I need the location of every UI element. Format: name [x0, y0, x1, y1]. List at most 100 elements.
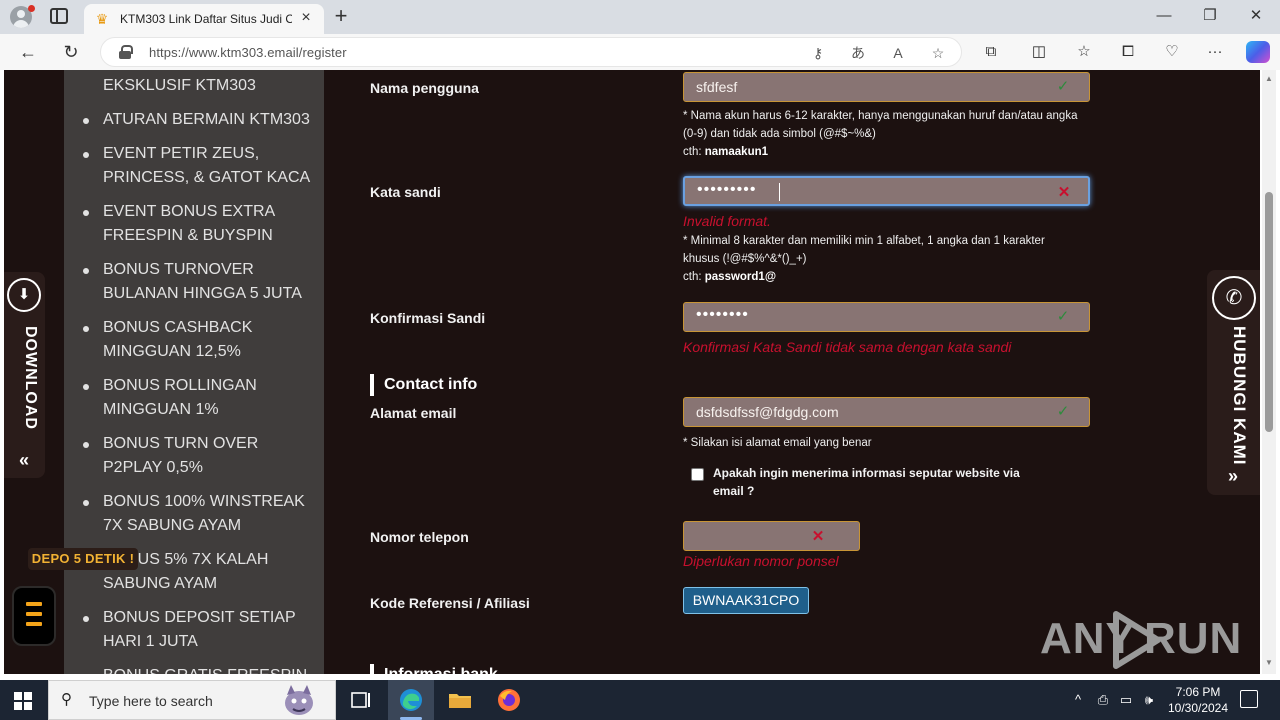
translate-icon[interactable]: あ	[849, 44, 867, 62]
chevron-left-icon[interactable]: «	[12, 450, 36, 471]
chevron-right-icon[interactable]: »	[1221, 466, 1245, 487]
password-label: Kata sandi	[370, 184, 441, 200]
username-hint-text: * Nama akun harus 6-12 karakter, hanya m…	[683, 110, 1078, 140]
copilot-icon[interactable]	[1246, 41, 1270, 63]
username-label: Nama pengguna	[370, 80, 479, 96]
favorite-star-icon[interactable]: ☆	[929, 44, 947, 62]
password-field[interactable]: ••••••••• ✕	[683, 176, 1090, 206]
network-icon[interactable]: ▭	[1118, 692, 1134, 708]
browser-tab-bar: ♛ KTM303 Link Daftar Situs Judi Onl × + …	[0, 0, 1280, 34]
email-field[interactable]: dsfdsdfssf@fdgdg.com ✓	[683, 397, 1090, 427]
watermark-right-text: RUN	[1144, 614, 1243, 663]
firefox-icon[interactable]	[496, 688, 522, 712]
newsletter-checkbox[interactable]	[691, 468, 704, 481]
sidebar-item-label: BONUS GRATIS FREESPIN	[103, 664, 318, 674]
scroll-thumb[interactable]	[1265, 192, 1273, 432]
clock-time: 7:06 PM	[1175, 685, 1221, 699]
tray-device-icon[interactable]: ⎙	[1095, 692, 1111, 708]
bank-info-heading: Informasi bank	[370, 664, 498, 680]
extensions-icon[interactable]: ⧉	[981, 42, 1001, 62]
download-label: DOWNLOAD	[22, 326, 39, 430]
sidebar-item-label: BONUS ROLLINGAN MINGGUAN 1%	[103, 377, 257, 418]
sidebar-item-label: BONUS TURNOVER BULANAN HINGGA 5 JUTA	[103, 261, 302, 302]
volume-icon[interactable]: 🕪	[1141, 692, 1157, 708]
anyrun-watermark: ANY RUN	[1040, 610, 1243, 672]
contact-side-tab[interactable]: ✆ HUBUNGI KAMI »	[1207, 270, 1260, 495]
window-close-icon[interactable]: ✕	[1246, 6, 1266, 26]
error-x-icon: ✕	[1057, 184, 1071, 201]
download-side-tab[interactable]: ⬇ DOWNLOAD «	[4, 272, 45, 478]
depo-menu-button[interactable]	[12, 586, 56, 646]
password-hint-text: * Minimal 8 karakter dan memiliki min 1 …	[683, 235, 1045, 265]
tray-chevron-up-icon[interactable]: ^	[1070, 692, 1086, 708]
sidebar-item-label: EKSKLUSIF KTM303	[103, 77, 256, 94]
url-text: https://www.ktm303.email/register	[149, 45, 347, 60]
more-menu-icon[interactable]: ···	[1205, 42, 1225, 62]
email-hint: * Silakan isi alamat email yang benar	[683, 437, 872, 449]
new-tab-icon[interactable]: +	[332, 5, 350, 27]
bullet-icon	[83, 118, 89, 124]
username-value: sfdfesf	[696, 79, 738, 95]
contact-label: HUBUNGI KAMI	[1230, 326, 1249, 466]
username-field[interactable]: sfdfesf ✓	[683, 72, 1090, 102]
sidebar-item-label: EVENT PETIR ZEUS, PRINCESS, & GATOT KACA	[103, 145, 311, 186]
site-favicon-icon: ♛	[95, 11, 109, 27]
clock-date: 10/30/2024	[1167, 701, 1229, 715]
sidebar-menu: EKSKLUSIF KTM303 ATURAN BERMAIN KTM303 E…	[64, 70, 324, 674]
tab-close-icon[interactable]: ×	[298, 10, 314, 26]
read-aloud-icon[interactable]: A	[889, 44, 907, 62]
tab-title: KTM303 Link Daftar Situs Judi Onl	[120, 12, 292, 26]
taskbar-search[interactable]: ⚲ Type here to search	[48, 680, 336, 720]
check-icon: ✓	[1056, 403, 1070, 420]
confirm-password-field[interactable]: •••••••• ✓	[683, 302, 1090, 332]
referral-code-field[interactable]: BWNAAK31CPO	[683, 587, 809, 614]
refresh-icon[interactable]: ↻	[60, 41, 82, 63]
bullet-icon	[83, 500, 89, 506]
check-icon: ✓	[1056, 308, 1070, 325]
error-x-icon: ✕	[811, 528, 825, 545]
sidebar-item-label: BONUS 100% WINSTREAK 7X SABUNG AYAM	[103, 493, 305, 534]
text-caret	[779, 183, 780, 201]
password-hint: * Minimal 8 karakter dan memiliki min 1 …	[683, 232, 1083, 286]
back-icon[interactable]: ←	[17, 41, 39, 63]
check-icon: ✓	[1056, 78, 1070, 95]
username-hint: * Nama akun harus 6-12 karakter, hanya m…	[683, 107, 1083, 161]
bullet-icon	[83, 210, 89, 216]
favorites-icon[interactable]: ☆	[1074, 42, 1094, 62]
scroll-up-icon[interactable]: ▲	[1264, 74, 1274, 83]
page-viewport: EKSKLUSIF KTM303 ATURAN BERMAIN KTM303 E…	[0, 70, 1280, 680]
tab-actions-icon[interactable]	[50, 8, 68, 24]
key-icon[interactable]: ⚷	[809, 44, 827, 62]
system-clock[interactable]: 7:06 PM 10/30/2024	[1160, 684, 1236, 716]
restore-icon[interactable]: ❐	[1200, 6, 1220, 26]
browser-tab-active[interactable]: ♛ KTM303 Link Daftar Situs Judi Onl ×	[84, 4, 324, 34]
minimize-icon[interactable]: —	[1154, 6, 1174, 26]
confirm-password-error: Konfirmasi Kata Sandi tidak sama dengan …	[683, 339, 1012, 355]
bullet-icon	[83, 442, 89, 448]
split-screen-icon[interactable]: ◫	[1029, 42, 1049, 62]
bullet-icon	[83, 384, 89, 390]
lock-icon[interactable]	[119, 45, 133, 59]
phone-icon: ✆	[1212, 276, 1256, 320]
notification-center-icon[interactable]	[1240, 690, 1258, 708]
collections-icon[interactable]: ⧠	[1118, 42, 1138, 62]
newsletter-label[interactable]: Apakah ingin menerima informasi seputar …	[713, 464, 1033, 500]
contact-info-heading: Contact info	[370, 374, 477, 396]
sidebar-item-label: EVENT BONUS EXTRA FREESPIN & BUYSPIN	[103, 203, 275, 244]
phone-error: Diperlukan nomor ponsel	[683, 553, 839, 569]
sidebar-item-label: BONUS TURN OVER P2PLAY 0,5%	[103, 435, 259, 476]
address-bar[interactable]: https://www.ktm303.email/register ⚷ あ A …	[100, 37, 962, 67]
sidebar-item-label: BONUS CASHBACK MINGGUAN 12,5%	[103, 319, 253, 360]
scroll-down-icon[interactable]: ▼	[1264, 658, 1274, 667]
search-highlight-art-icon	[285, 685, 313, 715]
edge-browser-icon[interactable]	[398, 688, 424, 712]
task-view-icon[interactable]	[348, 688, 374, 712]
windows-start-icon[interactable]	[14, 692, 32, 710]
password-example-prefix: cth:	[683, 271, 702, 283]
sidebar-item-label: ATURAN BERMAIN KTM303	[103, 111, 310, 128]
email-value: dsfdsdfssf@fdgdg.com	[696, 404, 839, 420]
performance-icon[interactable]: ♡	[1162, 42, 1182, 62]
username-example-prefix: cth:	[683, 146, 702, 158]
file-explorer-icon[interactable]	[447, 688, 473, 712]
phone-field[interactable]: ✕	[683, 521, 860, 551]
